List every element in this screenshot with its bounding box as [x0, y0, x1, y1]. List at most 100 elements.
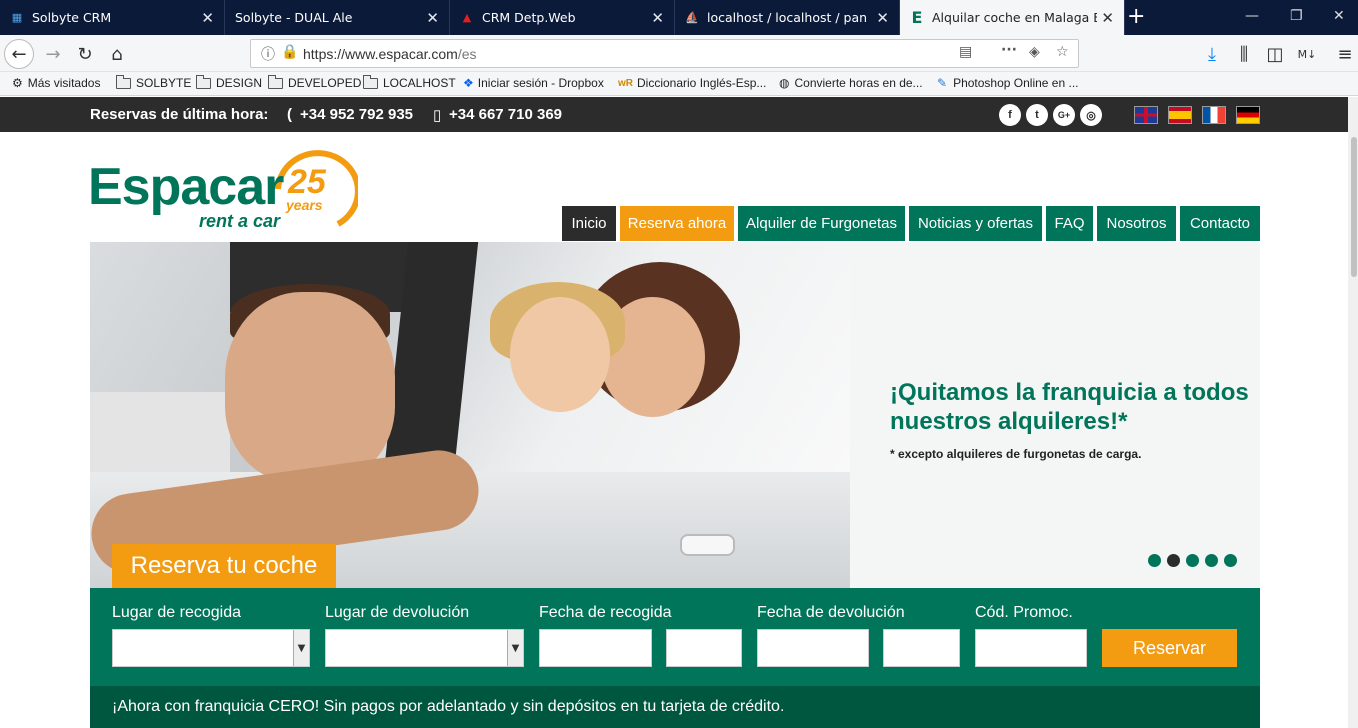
- tab-crm-detp[interactable]: ▲ CRM Detp.Web ✕: [450, 0, 675, 35]
- return-date-input[interactable]: [757, 629, 869, 667]
- bookmark-solbyte[interactable]: SOLBYTE: [116, 74, 191, 90]
- folder-icon: [116, 74, 131, 89]
- slide-dot-1[interactable]: [1148, 554, 1161, 567]
- info-icon[interactable]: ⓘ: [261, 44, 275, 64]
- bookmarks-toolbar: ⚙ Más visitados SOLBYTE DESIGN DEVELOPED …: [0, 72, 1358, 96]
- markdown-icon[interactable]: M↓: [1292, 39, 1322, 69]
- hamburger-menu-icon[interactable]: ≡: [1330, 39, 1358, 69]
- close-tab-icon[interactable]: ✕: [426, 9, 439, 27]
- menu-alquiler-furgonetas[interactable]: Alquiler de Furgonetas: [738, 206, 905, 241]
- pocket-icon[interactable]: ◈: [1029, 44, 1040, 60]
- close-tab-icon[interactable]: ✕: [201, 9, 214, 27]
- tab-title: Solbyte - DUAL Ale: [235, 10, 353, 25]
- facebook-icon[interactable]: f: [999, 104, 1021, 126]
- spain-flag-icon[interactable]: [1168, 106, 1192, 124]
- pickup-location-label: Lugar de recogida: [112, 604, 241, 621]
- minimize-icon[interactable]: —: [1245, 8, 1259, 24]
- mobile-phone[interactable]: +34 667 710 369: [449, 106, 562, 123]
- dropbox-icon: ❖: [463, 76, 474, 90]
- folder-icon: [363, 74, 378, 89]
- new-tab-icon[interactable]: +: [1127, 4, 1145, 29]
- window-close-icon[interactable]: ✕: [1333, 8, 1345, 24]
- reload-icon[interactable]: ↻: [70, 39, 100, 69]
- bookmark-photoshop[interactable]: ✎ Photoshop Online en ...: [937, 76, 1078, 90]
- bookmark-most-visited[interactable]: ⚙ Más visitados: [12, 76, 100, 90]
- last-minute-label: Reservas de última hora:: [90, 106, 269, 123]
- bookmark-design[interactable]: DESIGN: [196, 74, 262, 90]
- espacar-logo[interactable]: Espacar 25 years rent a car: [88, 149, 358, 239]
- restore-icon[interactable]: ❐: [1290, 8, 1303, 24]
- pickup-date-label: Fecha de recogida: [539, 604, 672, 621]
- tab-espacar[interactable]: E Alquilar coche en Malaga Estep ✕: [900, 0, 1125, 35]
- return-time-input[interactable]: [883, 629, 960, 667]
- slide-dot-5[interactable]: [1224, 554, 1237, 567]
- library-icon[interactable]: ⫼: [1229, 39, 1259, 69]
- mobile-icon: ▯: [433, 107, 442, 124]
- reservar-button[interactable]: Reservar: [1102, 629, 1237, 667]
- bookmark-star-icon[interactable]: ☆: [1056, 44, 1069, 60]
- hero-headline: ¡Quitamos la franquicia a todos nuestros…: [890, 379, 1249, 435]
- slide-dot-2-active[interactable]: [1167, 554, 1180, 567]
- home-icon[interactable]: ⌂: [102, 39, 132, 69]
- gear-icon: ⚙: [12, 76, 23, 90]
- google-plus-icon[interactable]: G+: [1053, 104, 1075, 126]
- logo-subtitle: rent a car: [199, 211, 281, 231]
- download-icon[interactable]: ⤓: [1197, 39, 1227, 69]
- close-tab-icon[interactable]: ✕: [876, 9, 889, 27]
- scrollbar-thumb[interactable]: [1351, 137, 1357, 277]
- tab-title: localhost / localhost / panel / u: [707, 10, 867, 25]
- web-page: Reservas de última hora: ( +34 952 792 9…: [0, 97, 1358, 728]
- tab-solbyte-crm[interactable]: ▦ Solbyte CRM ✕: [0, 0, 225, 35]
- france-flag-icon[interactable]: [1202, 106, 1226, 124]
- menu-noticias-ofertas[interactable]: Noticias y ofertas: [909, 206, 1042, 241]
- menu-inicio[interactable]: Inicio: [562, 206, 616, 241]
- url-bar[interactable]: ⓘ 🔒 https://www.espacar.com/es ▤ ··· ◈ ☆: [250, 39, 1079, 68]
- tab-solbyte-dual[interactable]: Solbyte - DUAL Ale ✕: [225, 0, 450, 35]
- tab-title: Alquilar coche en Malaga Estep: [932, 10, 1097, 25]
- instagram-icon[interactable]: ◎: [1080, 104, 1102, 126]
- slide-dot-4[interactable]: [1205, 554, 1218, 567]
- bookmark-dropbox[interactable]: ❖ Iniciar sesión - Dropbox: [463, 76, 604, 90]
- page-actions-icon[interactable]: ···: [1001, 42, 1017, 58]
- return-location-select[interactable]: ▼: [325, 629, 524, 667]
- red-triangle-icon: ▲: [462, 11, 472, 24]
- windows-icon: ▦: [11, 11, 23, 24]
- pickup-time-input[interactable]: [666, 629, 742, 667]
- twitter-icon[interactable]: t: [1026, 104, 1048, 126]
- bookmark-convierte-horas[interactable]: ◍ Convierte horas en de...: [779, 76, 923, 90]
- globe-icon: ◍: [779, 76, 790, 90]
- menu-faq[interactable]: FAQ: [1046, 206, 1093, 241]
- contact-top-bar: Reservas de última hora: ( +34 952 792 9…: [0, 97, 1348, 132]
- pickup-location-select[interactable]: ▼: [112, 629, 310, 667]
- promo-code-input[interactable]: [975, 629, 1087, 667]
- slide-dot-3[interactable]: [1186, 554, 1199, 567]
- folder-icon: [196, 74, 211, 89]
- wordreference-icon: wR: [618, 77, 633, 89]
- germany-flag-icon[interactable]: [1236, 106, 1260, 124]
- uk-flag-icon[interactable]: [1134, 106, 1158, 124]
- sidebar-icon[interactable]: ◫: [1260, 39, 1290, 69]
- bookmark-localhost[interactable]: LOCALHOST: [363, 74, 456, 90]
- back-arrow-icon[interactable]: ←: [4, 39, 34, 69]
- car-door-handle: [680, 534, 735, 556]
- bookmark-wordreference[interactable]: wR Diccionario Inglés-Esp...: [618, 76, 766, 90]
- menu-nosotros[interactable]: Nosotros: [1097, 206, 1176, 241]
- close-tab-icon[interactable]: ✕: [651, 9, 664, 27]
- hero-footnote: * excepto alquileres de furgonetas de ca…: [890, 447, 1142, 461]
- espacar-e-icon: E: [911, 8, 923, 27]
- forward-arrow-icon[interactable]: →: [38, 39, 68, 69]
- reader-view-icon[interactable]: ▤: [959, 44, 972, 60]
- franquicia-banner: ¡Ahora con franquicia CERO! Sin pagos po…: [90, 686, 1260, 728]
- feather-icon: ✎: [937, 76, 948, 90]
- menu-contacto[interactable]: Contacto: [1180, 206, 1260, 241]
- close-tab-icon[interactable]: ✕: [1101, 9, 1114, 27]
- bookmark-developed[interactable]: DEVELOPED: [268, 74, 361, 90]
- pickup-date-input[interactable]: [539, 629, 652, 667]
- chevron-down-icon[interactable]: ▼: [507, 630, 523, 666]
- reserva-tu-coche-tab: Reserva tu coche: [112, 544, 336, 588]
- tab-localhost[interactable]: ⛵ localhost / localhost / panel / u ✕: [675, 0, 900, 35]
- menu-reserva-ahora[interactable]: Reserva ahora: [620, 206, 734, 241]
- landline-phone[interactable]: +34 952 792 935: [300, 106, 413, 123]
- url-text[interactable]: https://www.espacar.com/es: [303, 46, 477, 62]
- chevron-down-icon[interactable]: ▼: [293, 630, 309, 666]
